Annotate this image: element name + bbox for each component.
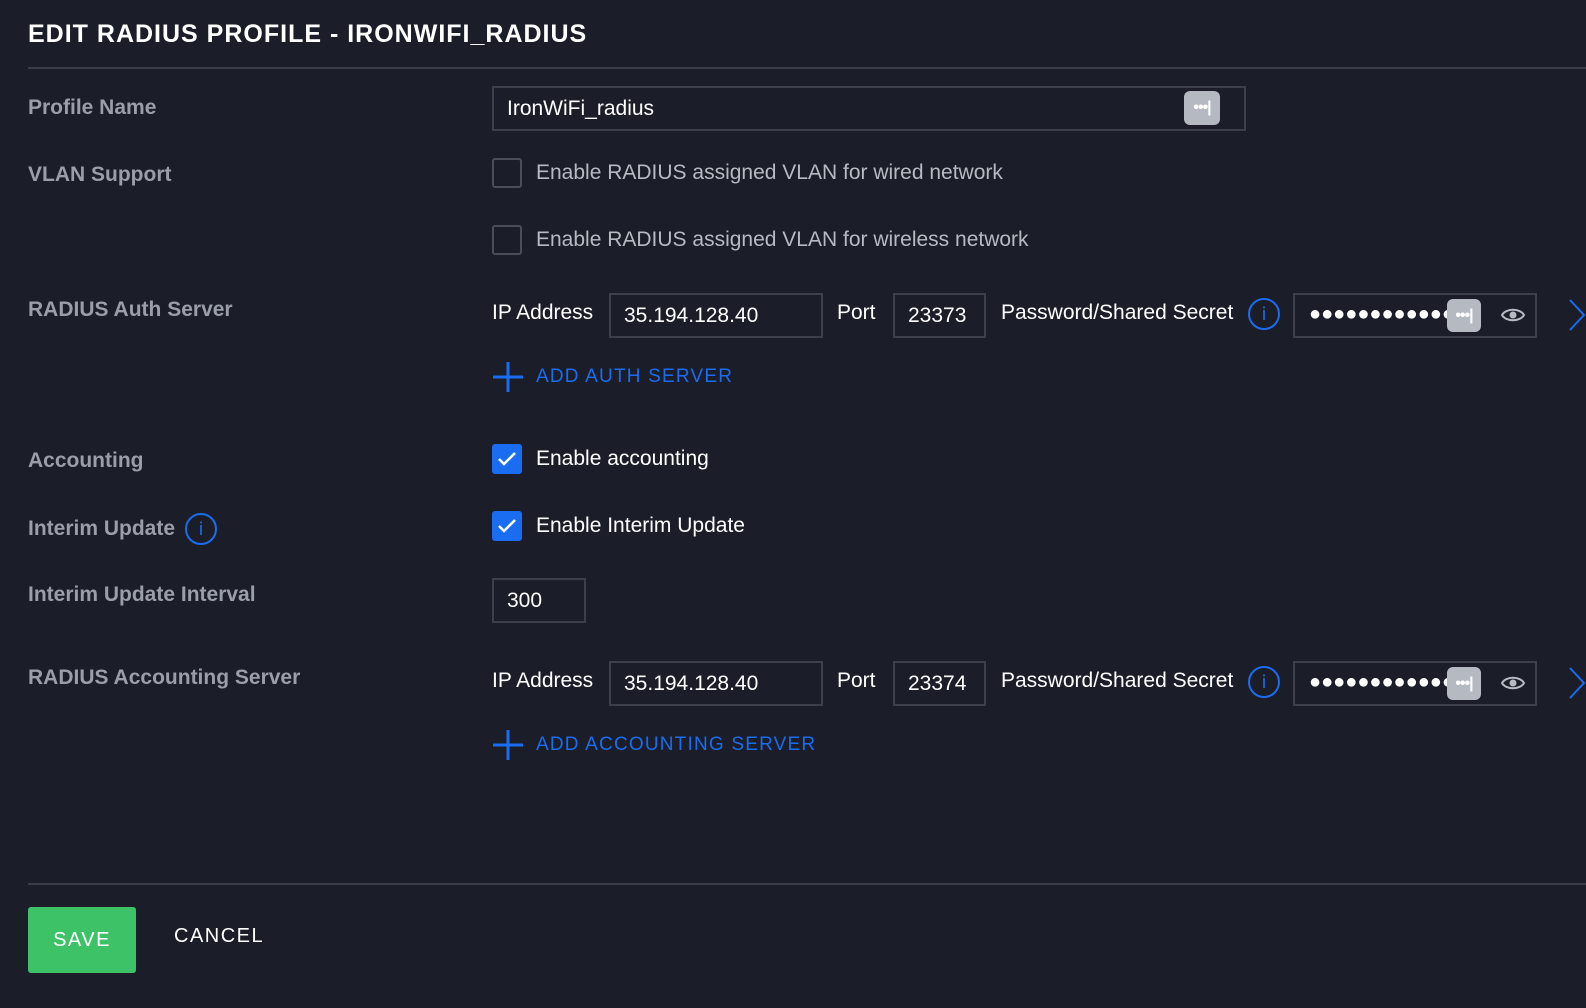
vlan-wireless-label: Enable RADIUS assigned VLAN for wireless… (536, 228, 1029, 251)
acct-secret-label: Password/Shared Secret (1001, 669, 1234, 692)
save-button[interactable]: SAVE (28, 907, 136, 973)
plus-icon (493, 730, 523, 760)
acct-port-input[interactable]: 23374 (893, 661, 986, 706)
chevron-right-icon[interactable] (1566, 298, 1586, 332)
cancel-button[interactable]: CANCEL (174, 925, 264, 948)
profile-name-label: Profile Name (28, 96, 156, 120)
vlan-wired-label: Enable RADIUS assigned VLAN for wired ne… (536, 161, 1003, 184)
vlan-wired-checkbox[interactable] (492, 158, 522, 188)
auth-secret-input[interactable]: ●●●●●●●●●●●●● •••| (1293, 293, 1537, 338)
vlan-wired-option[interactable]: Enable RADIUS assigned VLAN for wired ne… (492, 158, 1003, 188)
checkmark-icon (498, 452, 516, 466)
auth-ip-label: IP Address (492, 301, 594, 324)
checkmark-icon (498, 519, 516, 533)
password-manager-icon[interactable]: •••| (1447, 667, 1481, 700)
plus-icon (493, 362, 523, 392)
acct-secret-value: ●●●●●●●●●●●●● (1309, 671, 1467, 693)
page-title: EDIT RADIUS PROFILE - IRONWIFI_RADIUS (28, 20, 588, 48)
auth-ip-value: 35.194.128.40 (624, 303, 759, 327)
auth-secret-label: Password/Shared Secret (1001, 301, 1234, 324)
password-manager-icon[interactable]: •••| (1447, 299, 1481, 332)
add-auth-server-label: ADD AUTH SERVER (536, 366, 734, 387)
acct-ip-input[interactable]: 35.194.128.40 (609, 661, 823, 706)
add-accounting-server-label: ADD ACCOUNTING SERVER (536, 734, 817, 755)
enable-accounting-option[interactable]: Enable accounting (492, 444, 709, 474)
acct-port-value: 23374 (908, 671, 967, 695)
footer-divider (28, 883, 1586, 885)
auth-port-label: Port (837, 301, 876, 324)
acct-ip-value: 35.194.128.40 (624, 671, 759, 695)
acct-port-label: Port (837, 669, 876, 692)
accounting-server-label: RADIUS Accounting Server (28, 666, 300, 690)
profile-name-label-text: Profile Name (28, 96, 157, 119)
accounting-server-label-text: RADIUS Accounting Server (28, 666, 301, 689)
accounting-label: Accounting (28, 449, 144, 473)
show-password-icon[interactable] (1501, 306, 1525, 324)
auth-server-label-text: RADIUS Auth Server (28, 298, 233, 321)
header-divider (28, 67, 1586, 69)
profile-name-value: IronWiFi_radius (507, 96, 655, 120)
enable-accounting-label: Enable accounting (536, 447, 709, 470)
interim-interval-label-text: Interim Update Interval (28, 583, 256, 606)
auth-port-input[interactable]: 23373 (893, 293, 986, 338)
interim-interval-value: 300 (507, 588, 543, 612)
acct-secret-input[interactable]: ●●●●●●●●●●●●● •••| (1293, 661, 1537, 706)
auth-server-label: RADIUS Auth Server (28, 298, 233, 322)
enable-interim-update-option[interactable]: Enable Interim Update (492, 511, 745, 541)
auth-secret-value: ●●●●●●●●●●●●● (1309, 303, 1467, 325)
interim-update-label-text: Interim Update (28, 517, 176, 540)
add-accounting-server-button[interactable]: ADD ACCOUNTING SERVER (492, 729, 816, 761)
add-auth-server-button[interactable]: ADD AUTH SERVER (492, 361, 733, 393)
enable-interim-update-checkbox[interactable] (492, 511, 522, 541)
enable-accounting-checkbox[interactable] (492, 444, 522, 474)
profile-name-input[interactable]: IronWiFi_radius •••| (492, 86, 1246, 131)
auth-port-value: 23373 (908, 303, 967, 327)
vlan-support-label-text: VLAN Support (28, 163, 172, 186)
acct-ip-label: IP Address (492, 669, 594, 692)
chevron-right-icon[interactable] (1566, 666, 1586, 700)
auth-ip-input[interactable]: 35.194.128.40 (609, 293, 823, 338)
show-password-icon[interactable] (1501, 674, 1525, 692)
vlan-wireless-option[interactable]: Enable RADIUS assigned VLAN for wireless… (492, 225, 1029, 255)
interim-update-label: Interim Update i (28, 513, 218, 545)
interim-interval-label: Interim Update Interval (28, 583, 256, 607)
vlan-support-label: VLAN Support (28, 163, 171, 187)
password-manager-icon[interactable]: •••| (1184, 91, 1220, 125)
auth-secret-info-icon[interactable]: i (1248, 298, 1280, 330)
edit-radius-profile-page: EDIT RADIUS PROFILE - IRONWIFI_RADIUS Pr… (0, 0, 1586, 1008)
interim-interval-input[interactable]: 300 (492, 578, 586, 623)
interim-update-info-icon[interactable]: i (185, 513, 218, 545)
vlan-wireless-checkbox[interactable] (492, 225, 522, 255)
accounting-label-text: Accounting (28, 449, 144, 472)
enable-interim-update-label: Enable Interim Update (536, 514, 745, 537)
acct-secret-info-icon[interactable]: i (1248, 666, 1280, 698)
